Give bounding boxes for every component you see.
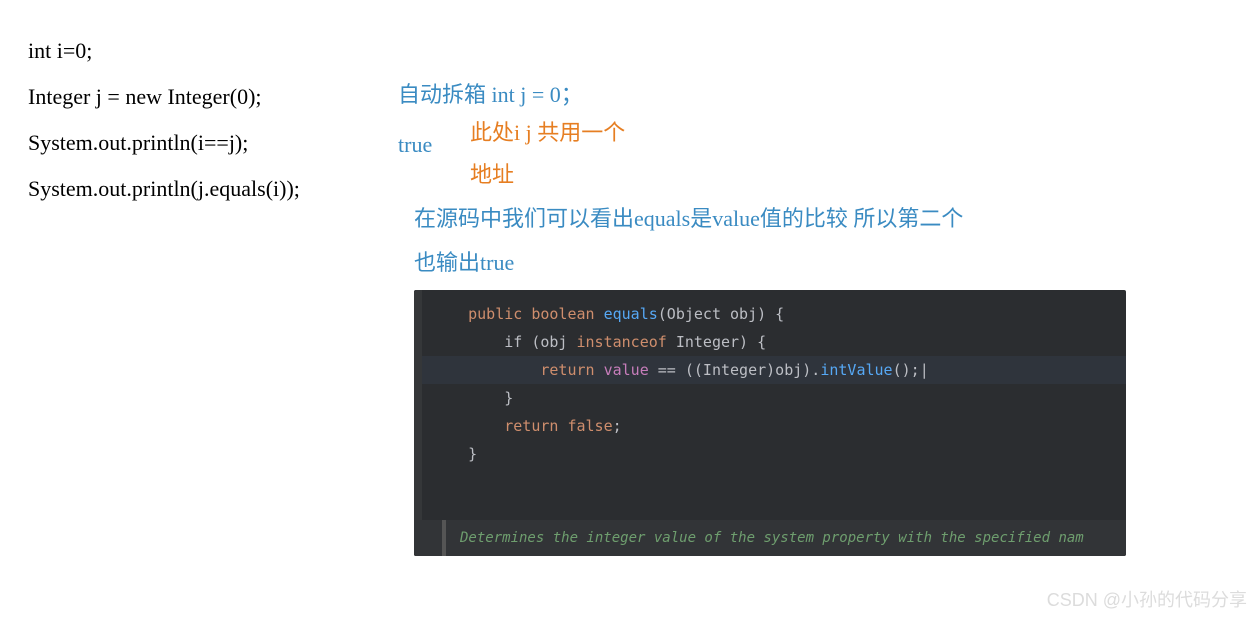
javadoc-text: Determines the integer value of the syst… xyxy=(460,524,1084,552)
annotation-equals-explain-l2: 也输出true xyxy=(414,248,514,278)
code-line: System.out.println(i==j); xyxy=(28,120,300,166)
java-code-block: int i=0; Integer j = new Integer(0); Sys… xyxy=(28,28,300,212)
code-line: Integer j = new Integer(0); xyxy=(28,74,300,120)
close-brace: } xyxy=(432,389,513,407)
annotation-equals-explain-l1: 在源码中我们可以看出equals是value值的比较 所以第二个 xyxy=(414,204,963,234)
keyword-boolean: boolean xyxy=(531,305,594,323)
semicolon: ; xyxy=(613,417,622,435)
if-prefix: if (obj xyxy=(432,333,577,351)
doc-indent-bar xyxy=(442,520,446,556)
editor-doc-row: Determines the integer value of the syst… xyxy=(414,520,1126,556)
eq-expr: == ((Integer)obj). xyxy=(649,361,821,379)
keyword-instanceof: instanceof xyxy=(577,333,667,351)
close-brace: } xyxy=(432,445,477,463)
code-line: System.out.println(j.equals(i)); xyxy=(28,166,300,212)
editor-code: public boolean equals(Object obj) { if (… xyxy=(422,290,1126,468)
annotation-address-line1: 此处i j 共用一个 xyxy=(470,118,625,148)
annotation-auto-unboxing: 自动拆箱 int j = 0； xyxy=(398,80,583,110)
annotation-address-line2: 地址 xyxy=(470,160,514,190)
code-line: int i=0; xyxy=(28,28,300,74)
field-value: value xyxy=(604,361,649,379)
editor-gutter xyxy=(414,290,422,556)
code-text xyxy=(432,305,468,323)
method-intvalue: intValue xyxy=(820,361,892,379)
keyword-false: false xyxy=(567,417,612,435)
caret: | xyxy=(920,361,929,379)
annotation-true: true xyxy=(398,130,432,160)
if-cond: Integer) { xyxy=(667,333,766,351)
method-name: equals xyxy=(604,305,658,323)
params: (Object obj) { xyxy=(658,305,784,323)
keyword-return: return xyxy=(432,361,604,379)
keyword-return: return xyxy=(432,417,567,435)
ide-editor: public boolean equals(Object obj) { if (… xyxy=(414,290,1126,556)
keyword-public: public xyxy=(468,305,522,323)
tail: (); xyxy=(893,361,920,379)
watermark: CSDN @小孙的代码分享 xyxy=(1047,586,1247,612)
